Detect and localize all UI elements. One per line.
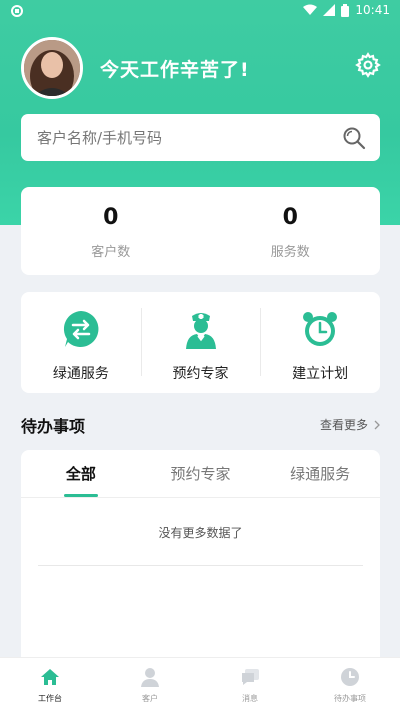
settings-gear-icon[interactable] — [355, 52, 381, 78]
bottom-tab-bar: 工作台 客户 消息 待办事项 — [0, 657, 400, 710]
todo-tabs: 全部 预约专家 绿通服务 — [21, 450, 380, 498]
service-count: 0 — [282, 205, 298, 230]
tab-label: 客户 — [142, 694, 158, 703]
avatar[interactable] — [21, 37, 83, 99]
tab-label: 工作台 — [38, 694, 62, 703]
tab-todo[interactable]: 待办事项 — [300, 658, 400, 710]
divider — [38, 565, 363, 566]
action-label: 建立计划 — [292, 366, 349, 382]
action-label: 预约专家 — [172, 366, 229, 382]
status-bar: 10:41 — [0, 0, 400, 24]
view-more-link[interactable]: 查看更多 — [320, 416, 380, 433]
stat-customers[interactable]: 0 客户数 — [21, 187, 201, 275]
quick-actions: 绿通服务 预约专家 建立计划 — [21, 292, 380, 393]
tab-label: 消息 — [242, 694, 258, 703]
wifi-icon — [303, 4, 318, 15]
stat-services[interactable]: 0 服务数 — [201, 187, 381, 275]
tab-messages[interactable]: 消息 — [200, 658, 300, 710]
tab-green-channel[interactable]: 绿通服务 — [260, 450, 380, 497]
todo-section-title: 待办事项 — [21, 417, 86, 436]
alarm-clock-icon — [303, 312, 338, 346]
clock-icon — [341, 668, 359, 686]
message-icon — [242, 669, 259, 685]
battery-icon — [341, 3, 350, 17]
tab-label: 待办事项 — [334, 694, 366, 703]
action-book-expert[interactable]: 预约专家 — [140, 292, 261, 393]
search-input[interactable] — [37, 128, 342, 147]
tab-customers[interactable]: 客户 — [100, 658, 200, 710]
search-icon[interactable] — [342, 126, 366, 150]
home-icon — [41, 669, 59, 685]
notification-icon — [11, 5, 23, 17]
chevron-right-icon — [374, 420, 380, 429]
doctor-icon — [185, 313, 216, 349]
empty-state-text: 没有更多数据了 — [158, 526, 243, 540]
action-create-plan[interactable]: 建立计划 — [260, 292, 380, 393]
customer-count: 0 — [103, 205, 119, 230]
user-icon — [141, 668, 159, 687]
swap-arrows-icon — [63, 311, 99, 347]
profile-photo — [24, 40, 80, 96]
tab-workbench[interactable]: 工作台 — [0, 658, 100, 710]
todo-panel: 全部 预约专家 绿通服务 没有更多数据了 — [21, 450, 380, 660]
clock-time: 10:41 — [355, 3, 390, 17]
signal-icon — [323, 4, 336, 16]
greeting-text: 今天工作辛苦了! — [100, 59, 250, 81]
action-label: 绿通服务 — [52, 366, 109, 382]
search-bar[interactable] — [21, 114, 380, 161]
action-green-channel[interactable]: 绿通服务 — [21, 292, 141, 393]
tab-all[interactable]: 全部 — [21, 450, 141, 497]
service-count-label: 服务数 — [270, 245, 310, 260]
view-more-label: 查看更多 — [319, 418, 368, 432]
tab-book-expert[interactable]: 预约专家 — [141, 450, 261, 497]
customer-count-label: 客户数 — [91, 245, 131, 260]
stats-card: 0 客户数 0 服务数 — [21, 187, 380, 275]
